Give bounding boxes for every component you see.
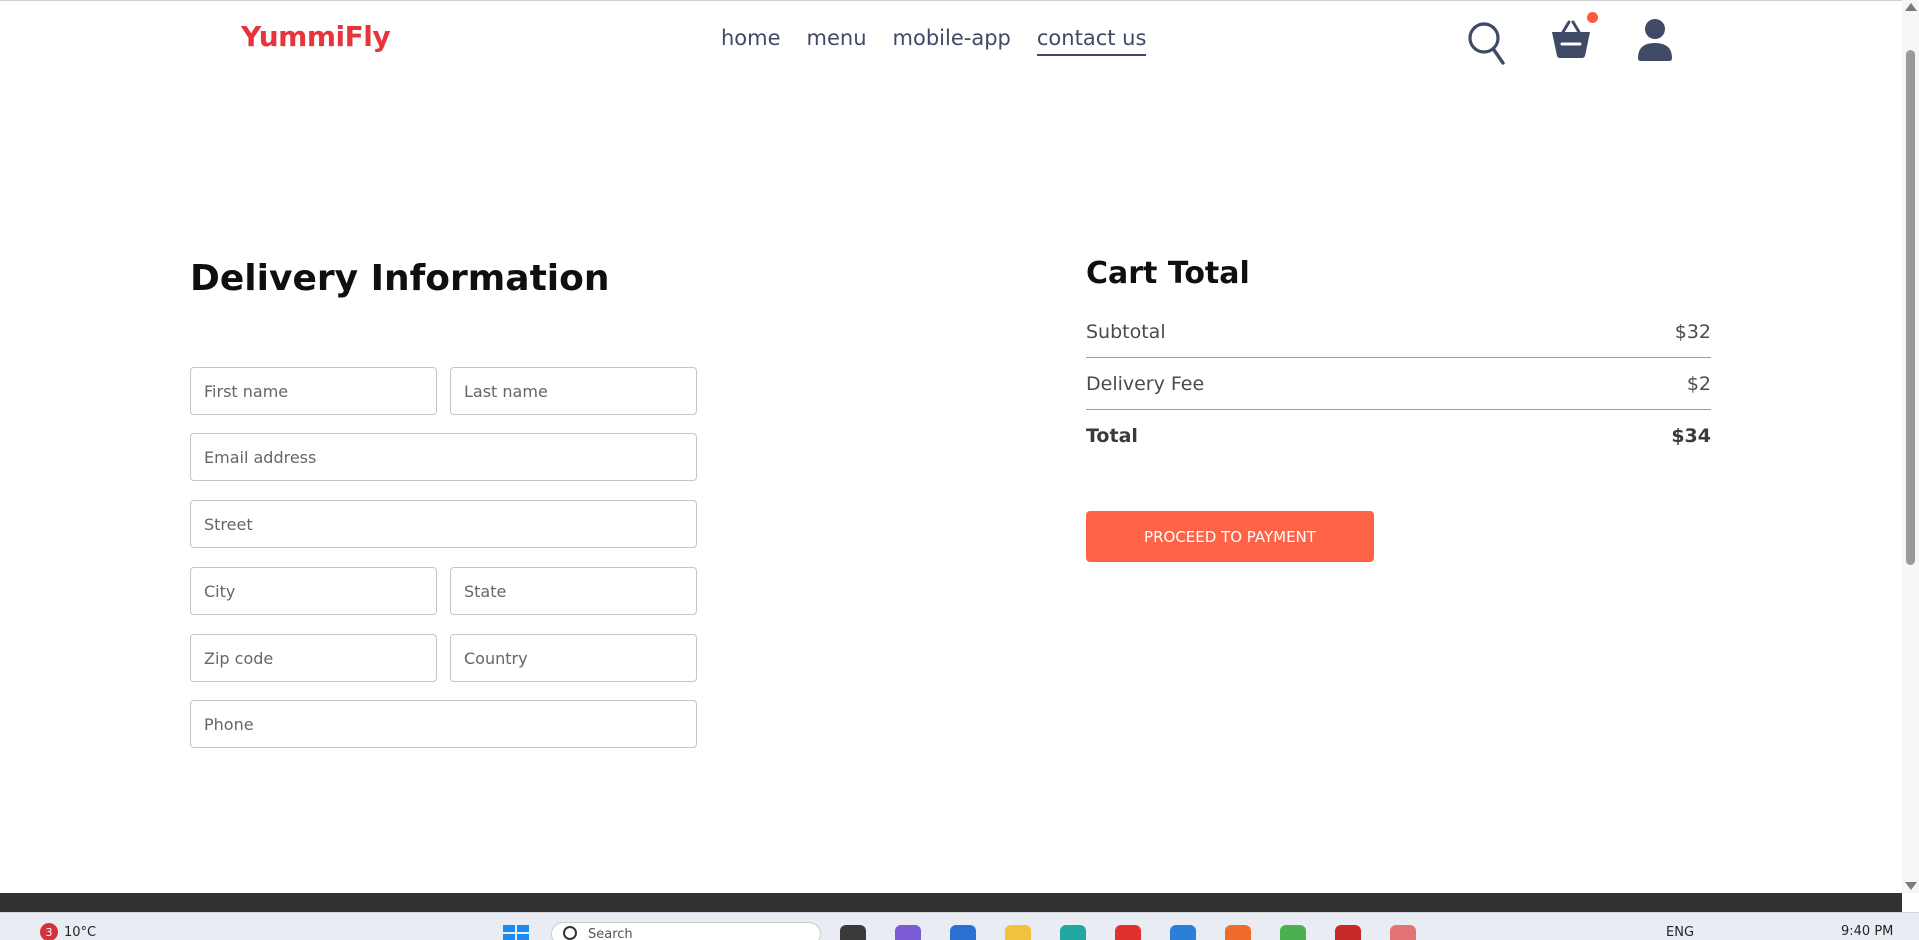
os-taskbar: 3 10°C Search ENG 9:40 PM (0, 912, 1919, 940)
clock[interactable]: 9:40 PM (1841, 924, 1893, 939)
scroll-up-arrow-icon[interactable] (1905, 3, 1917, 11)
brand-logo[interactable]: YummiFly (241, 20, 391, 53)
edge-icon[interactable] (1060, 925, 1086, 940)
file-explorer-icon[interactable] (1005, 925, 1031, 940)
vscode-icon[interactable] (1170, 925, 1196, 940)
email-field[interactable] (190, 433, 697, 481)
nav-item-contact-us[interactable]: contact us (1036, 26, 1147, 56)
phone-field[interactable] (190, 700, 697, 748)
language-indicator[interactable]: ENG (1666, 925, 1694, 940)
user-icon[interactable] (1636, 18, 1674, 62)
weather-badge: 3 (40, 923, 58, 940)
taskbar-search-box[interactable]: Search (551, 922, 821, 940)
chrome-icon[interactable] (1280, 925, 1306, 940)
proceed-to-payment-button[interactable]: PROCEED TO PAYMENT (1086, 511, 1374, 562)
total-label: Total (1086, 425, 1138, 447)
store-icon[interactable] (950, 925, 976, 940)
zip-code-field[interactable] (190, 634, 437, 682)
total-value: $34 (1671, 425, 1711, 447)
scrollbar-thumb[interactable] (1906, 50, 1915, 565)
subtotal-label: Subtotal (1086, 321, 1166, 343)
nav-item-home[interactable]: home (721, 26, 781, 56)
copilot-icon[interactable] (895, 925, 921, 940)
active-app-icon[interactable] (1335, 925, 1361, 940)
footer-edge (0, 893, 1902, 912)
temperature-label: 10°C (64, 924, 97, 940)
subtotal-row: Subtotal $32 (1086, 321, 1711, 343)
cart-notification-dot (1587, 12, 1598, 23)
nav-item-mobile-app[interactable]: mobile-app (893, 26, 1011, 56)
scroll-down-arrow-icon[interactable] (1905, 882, 1917, 890)
delivery-fee-value: $2 (1686, 373, 1711, 395)
app-icon[interactable] (1390, 925, 1416, 940)
delivery-fee-row: Delivery Fee $2 (1086, 373, 1711, 395)
main-nav: home menu mobile-app contact us (721, 26, 1147, 56)
last-name-field[interactable] (450, 367, 697, 415)
divider (1086, 409, 1711, 410)
city-field[interactable] (190, 567, 437, 615)
basket-icon[interactable] (1549, 18, 1593, 60)
window-top-border (0, 0, 1902, 1)
windows-start-icon[interactable] (503, 925, 529, 940)
app-icon[interactable] (1115, 925, 1141, 940)
first-name-field[interactable] (190, 367, 437, 415)
weather-widget[interactable]: 3 10°C (40, 923, 96, 940)
search-icon (563, 926, 577, 940)
search-icon[interactable] (1466, 20, 1506, 66)
task-view-icon[interactable] (840, 925, 866, 940)
divider (1086, 357, 1711, 358)
taskbar-search-placeholder: Search (588, 926, 633, 940)
street-field[interactable] (190, 500, 697, 548)
nav-item-menu[interactable]: menu (807, 26, 867, 56)
cart-total-title: Cart Total (1086, 256, 1250, 291)
delivery-title: Delivery Information (190, 258, 610, 299)
delivery-fee-label: Delivery Fee (1086, 373, 1205, 395)
page-scrollbar[interactable] (1902, 0, 1919, 893)
postman-icon[interactable] (1225, 925, 1251, 940)
total-row: Total $34 (1086, 425, 1711, 447)
state-field[interactable] (450, 567, 697, 615)
country-field[interactable] (450, 634, 697, 682)
subtotal-value: $32 (1674, 321, 1711, 343)
